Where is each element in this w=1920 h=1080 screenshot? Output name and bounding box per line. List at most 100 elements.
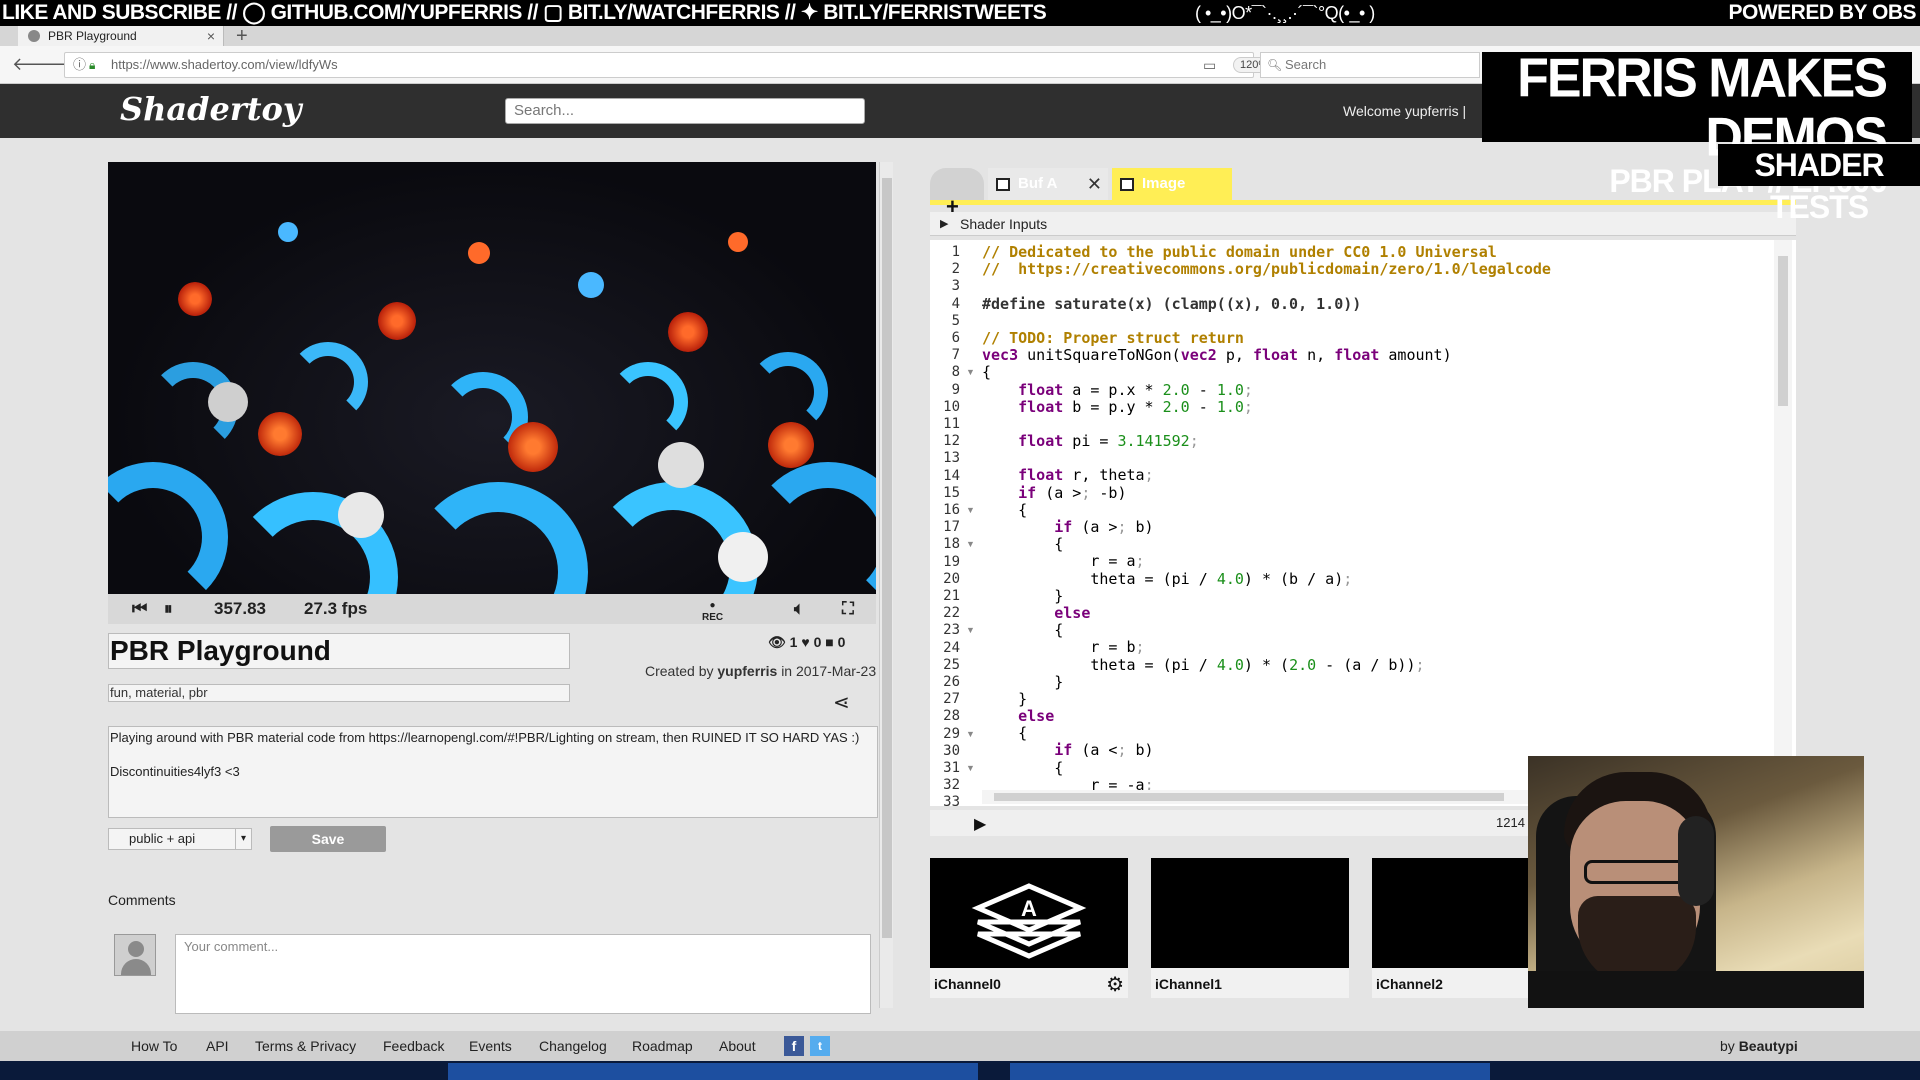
powered-by-text: POWERED BY OBS <box>1728 1 1917 24</box>
fold-arrow-icon[interactable]: ▼ <box>966 625 975 635</box>
save-button[interactable]: Save <box>270 826 386 852</box>
footer-link-terms[interactable]: Terms & Privacy <box>255 1038 356 1054</box>
code-editor[interactable]: 1 2 3 4 5 6 7 8 ▼ 9 10 11 12 13 14 15 16 ▼ 17 18 ▼ 19 20 21 22 23… <box>930 240 1796 810</box>
line-number: 8 <box>951 364 960 381</box>
code-line[interactable]: vec3 unitSquareToNGon(vec2 p, float n, f… <box>982 346 1752 364</box>
code-line[interactable]: if (a >; b) <box>982 518 1752 536</box>
compile-play-icon[interactable]: ▶ <box>974 814 986 834</box>
comment-input[interactable]: Your comment... <box>175 934 871 1014</box>
code-line[interactable]: { <box>982 535 1752 553</box>
scrollbar-thumb[interactable] <box>1778 256 1788 406</box>
code-line[interactable]: float a = p.x * 2.0 - 1.0; <box>982 381 1752 399</box>
render-orb <box>108 462 228 594</box>
code-line[interactable]: theta = (pi / 4.0) * (b / a); <box>982 570 1752 588</box>
code-line[interactable]: float r, theta; <box>982 467 1752 484</box>
author-link[interactable]: yupferris <box>717 663 777 679</box>
code-line[interactable] <box>982 416 1752 433</box>
welcome-text[interactable]: Welcome yupferris | <box>1343 103 1466 119</box>
shader-inputs-toggle[interactable]: ▶ Shader Inputs <box>930 212 1796 236</box>
code-line[interactable]: } <box>982 673 1752 691</box>
line-number: 26 <box>943 674 960 690</box>
code-line[interactable]: else <box>982 604 1752 622</box>
page-scrollbar-thumb[interactable] <box>882 178 892 938</box>
code-line[interactable]: #define saturate(x) (clamp((x), 0.0, 1.0… <box>982 295 1752 313</box>
code-line[interactable]: { <box>982 501 1752 519</box>
code-line[interactable]: } <box>982 690 1752 708</box>
footer-link-feedback[interactable]: Feedback <box>383 1038 444 1054</box>
share-icon[interactable]: ⋖ <box>833 690 850 715</box>
fullscreen-icon[interactable]: ⛶ <box>842 594 854 624</box>
fold-arrow-icon[interactable]: ▼ <box>966 367 975 377</box>
fold-arrow-icon[interactable]: ▼ <box>966 505 975 515</box>
footer-link-changelog[interactable]: Changelog <box>539 1038 607 1054</box>
code-line[interactable]: { <box>982 725 1752 742</box>
twitter-icon[interactable]: t <box>810 1036 830 1056</box>
volume-icon[interactable]: 🔈︎ <box>794 594 804 624</box>
facebook-icon[interactable]: f <box>784 1036 804 1056</box>
code-line[interactable]: theta = (pi / 4.0) * (2.0 - (a / b)); <box>982 656 1752 674</box>
code-line[interactable]: r = a; <box>982 553 1752 570</box>
avatar <box>114 934 156 976</box>
code-line[interactable]: r = b; <box>982 639 1752 656</box>
line-number: 23 <box>943 622 960 639</box>
channel-preview[interactable] <box>1151 858 1349 968</box>
channel-1[interactable]: iChannel1 <box>1151 858 1349 998</box>
code-line[interactable] <box>982 450 1752 467</box>
code-line[interactable]: else <box>982 707 1752 725</box>
code-line[interactable]: { <box>982 621 1752 639</box>
code-line[interactable]: float pi = 3.141592; <box>982 432 1752 450</box>
info-icon[interactable]: ⓘ <box>73 53 86 77</box>
footer-link-api[interactable]: API <box>206 1038 229 1054</box>
shadertoy-logo[interactable]: Shadertoy <box>120 90 301 128</box>
browser-search-input[interactable]: 🔍︎ Search <box>1260 52 1480 78</box>
channel-0[interactable]: A iChannel0 ⚙ <box>930 858 1128 998</box>
footer-byline: by Beautypi <box>1720 1038 1798 1054</box>
code-line[interactable] <box>982 313 1752 330</box>
code-line[interactable]: // TODO: Proper struct return <box>982 329 1752 347</box>
rewind-icon[interactable]: ⏮ <box>132 594 147 624</box>
code-line[interactable] <box>982 278 1752 295</box>
taskbar-window[interactable] <box>448 1063 978 1080</box>
shader-viewport[interactable] <box>108 162 876 594</box>
char-count: 1214 <box>1496 815 1525 830</box>
line-number: 10 <box>943 398 960 415</box>
footer-link-events[interactable]: Events <box>469 1038 512 1054</box>
fold-arrow-icon[interactable]: ▼ <box>966 763 975 773</box>
code-line[interactable]: if (a >; -b) <box>982 484 1752 502</box>
browser-tab[interactable]: PBR Playground × <box>18 26 224 46</box>
address-bar[interactable]: ⓘ 🔒︎ https://www.shadertoy.com/view/ldfy… <box>64 52 1304 78</box>
beautypi-link[interactable]: Beautypi <box>1739 1038 1798 1054</box>
footer-link-howto[interactable]: How To <box>131 1038 177 1054</box>
tab-image[interactable]: Image <box>1112 168 1232 202</box>
visibility-select[interactable]: public + api ▾ <box>108 828 252 850</box>
reader-view-icon[interactable]: ▭ <box>1203 53 1216 77</box>
site-search-input[interactable]: Search... <box>505 98 865 124</box>
code-line[interactable]: { <box>982 364 1752 381</box>
tab-buffer-a[interactable]: Buf A ✕ <box>988 168 1108 202</box>
code-line[interactable]: } <box>982 587 1752 605</box>
search-icon: 🔍︎ <box>1267 58 1283 72</box>
record-button[interactable]: ● REC <box>702 600 723 624</box>
editor-vertical-scrollbar[interactable] <box>1774 240 1792 806</box>
close-tab-icon[interactable]: × <box>207 26 215 46</box>
new-tab-icon[interactable]: + <box>236 26 248 46</box>
fold-arrow-icon[interactable]: ▼ <box>966 539 975 549</box>
tags-input[interactable]: fun, material, pbr <box>108 684 570 702</box>
footer-link-roadmap[interactable]: Roadmap <box>632 1038 693 1054</box>
taskbar-window[interactable] <box>1010 1063 1490 1080</box>
pause-icon[interactable]: ⏸ <box>164 594 173 624</box>
code-line[interactable]: // Dedicated to the public domain under … <box>982 244 1752 261</box>
gear-icon[interactable]: ⚙ <box>1106 972 1124 997</box>
page-scrollbar[interactable] <box>879 162 893 1008</box>
code-line[interactable]: // https://creativecommons.org/publicdom… <box>982 261 1752 278</box>
shader-title-input[interactable]: PBR Playground <box>108 633 570 669</box>
code-area[interactable]: // Dedicated to the public domain under … <box>982 244 1752 794</box>
scrollbar-thumb[interactable] <box>994 793 1504 801</box>
close-tab-icon[interactable]: ✕ <box>1087 168 1102 200</box>
channel-preview[interactable]: A <box>930 858 1128 968</box>
description-textarea[interactable]: Playing around with PBR material code fr… <box>108 726 878 818</box>
code-line[interactable]: float b = p.y * 2.0 - 1.0; <box>982 398 1752 416</box>
footer-link-about[interactable]: About <box>719 1038 756 1054</box>
fold-arrow-icon[interactable]: ▼ <box>966 729 975 739</box>
heart-icon[interactable]: ♥ <box>801 634 809 650</box>
